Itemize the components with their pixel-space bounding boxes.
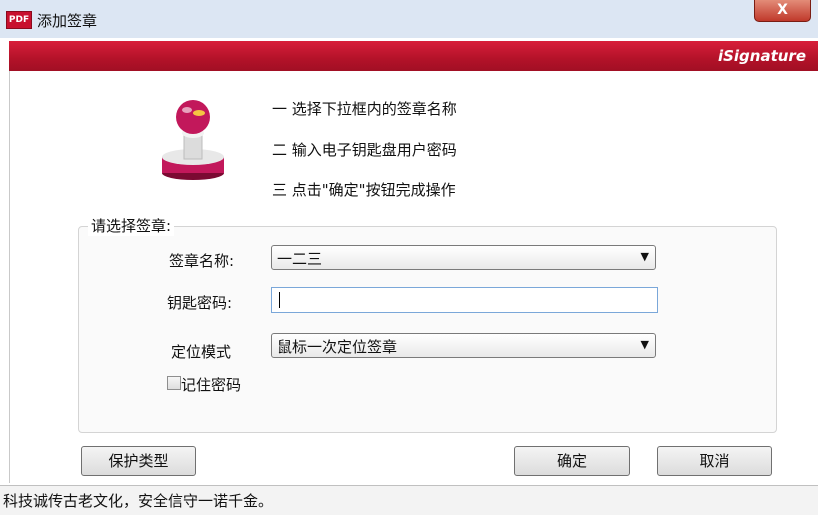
chevron-down-icon: ▼ — [640, 250, 649, 263]
key-password-input[interactable] — [271, 287, 658, 313]
protect-type-button[interactable]: 保护类型 — [81, 446, 196, 476]
title-bar: PDF 添加签章 X — [0, 0, 818, 38]
position-mode-select[interactable]: 鼠标一次定位签章 ▼ — [271, 333, 656, 358]
remember-password-checkbox[interactable] — [167, 376, 181, 390]
seal-name-select[interactable]: 一二三 ▼ — [271, 245, 656, 270]
instruction-step-3: 三 点击"确定"按钮完成操作 — [272, 181, 456, 199]
key-password-label: 钥匙密码: — [167, 294, 233, 312]
seal-name-value: 一二三 — [277, 250, 323, 268]
position-mode-value: 鼠标一次定位签章 — [277, 338, 398, 356]
stamp-icon — [162, 100, 224, 180]
group-label: 请选择签章: — [88, 215, 175, 236]
instruction-step-2: 二 输入电子钥匙盘用户密码 — [272, 141, 457, 159]
instruction-step-1: 一 选择下拉框内的签章名称 — [272, 100, 457, 118]
chevron-down-icon: ▼ — [640, 338, 649, 351]
text-caret — [279, 292, 280, 308]
pdf-icon: PDF — [6, 11, 32, 29]
remember-password-label[interactable]: 记住密码 — [181, 374, 241, 395]
window-title: 添加签章 — [37, 12, 98, 30]
status-bar: 科技诚传古老文化，安全信守一诺千金。 — [0, 485, 818, 515]
status-text: 科技诚传古老文化，安全信守一诺千金。 — [3, 492, 274, 510]
brand-name: iSignature — [717, 47, 806, 65]
ok-button[interactable]: 确定 — [514, 446, 630, 476]
close-button[interactable]: X — [754, 0, 811, 22]
brand-banner: iSignature — [9, 41, 818, 71]
position-mode-label: 定位模式 — [171, 343, 232, 361]
seal-name-label: 签章名称: — [169, 252, 235, 270]
cancel-button[interactable]: 取消 — [657, 446, 772, 476]
